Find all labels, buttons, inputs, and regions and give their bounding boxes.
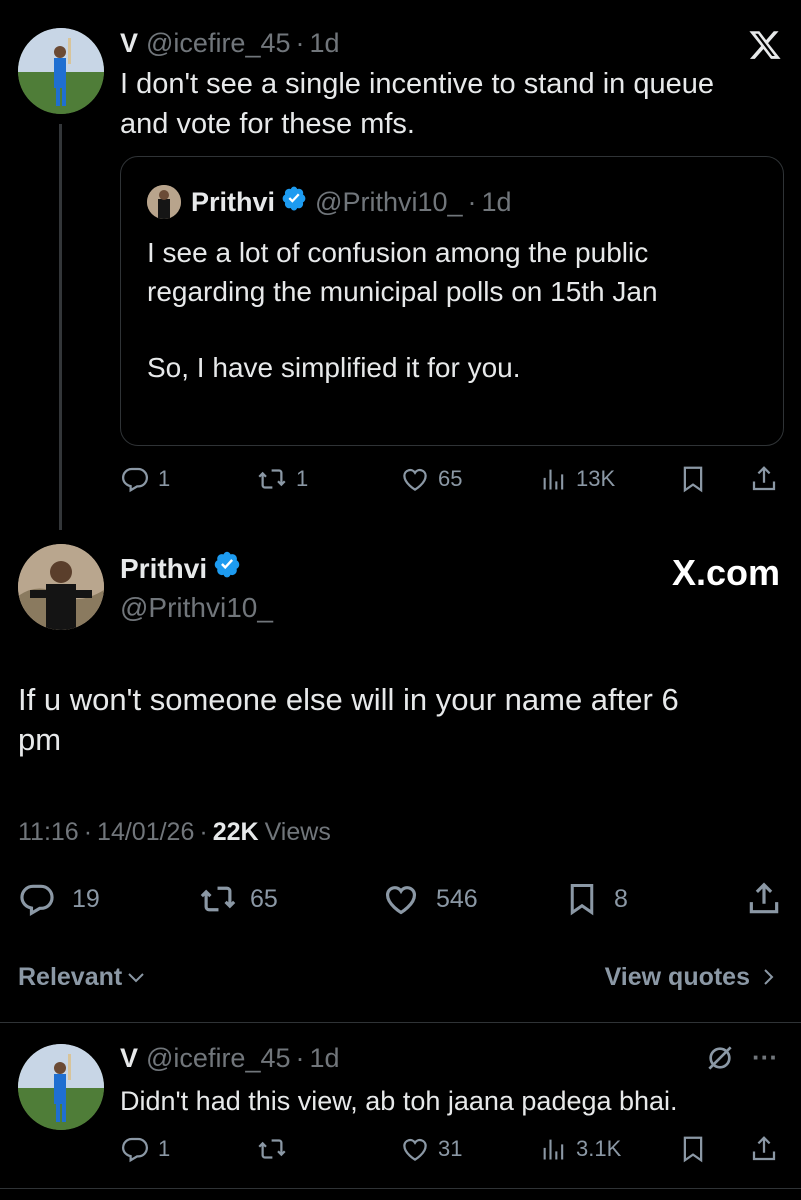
heart-icon — [385, 886, 417, 915]
like-button[interactable]: 65 — [400, 464, 462, 494]
post-text: I don't see a single incentive to stand … — [120, 68, 715, 140]
view-quotes-link[interactable]: View quotes — [560, 960, 780, 994]
analytics-icon — [543, 469, 564, 490]
views-button[interactable]: 13K — [540, 464, 615, 494]
bookmark-icon[interactable] — [678, 1134, 708, 1169]
thread-line — [59, 124, 62, 530]
quote-text: I see a lot of confusion among the publi… — [147, 237, 658, 383]
x-com-watermark: X.com — [671, 552, 780, 593]
avatar[interactable] — [18, 544, 104, 630]
repost-button[interactable]: 65 — [198, 880, 278, 918]
post-text: If u won't someone else will in your nam… — [18, 682, 679, 757]
reply-header: V @icefire_45 · 1d — [120, 1041, 340, 1075]
grok-icon[interactable] — [704, 1042, 736, 1079]
post-meta: 11:16 · 14/01/26 · 22K Views — [18, 815, 331, 849]
x-logo-icon — [748, 28, 782, 62]
separator: · — [467, 187, 477, 217]
heart-icon — [403, 468, 427, 491]
chevron-right-icon — [764, 969, 774, 985]
like-button[interactable]: 31 — [400, 1134, 462, 1164]
quote-avatar — [147, 185, 181, 219]
avatar[interactable] — [18, 1044, 104, 1130]
display-name[interactable]: V — [120, 26, 138, 60]
verified-badge-icon — [281, 185, 307, 219]
display-name[interactable]: Prithvi — [120, 551, 207, 587]
post-date: 14/01/26 — [97, 818, 195, 846]
divider — [0, 1022, 801, 1023]
repost-icon — [200, 886, 236, 912]
timestamp[interactable]: 1d — [310, 1041, 340, 1075]
avatar[interactable] — [18, 28, 104, 114]
reply-button[interactable]: 1 — [120, 464, 170, 494]
display-name[interactable]: V — [120, 1041, 138, 1075]
handle[interactable]: @icefire_45 — [146, 26, 290, 60]
analytics-icon — [543, 1139, 564, 1160]
separator: · — [295, 1043, 305, 1073]
post-time: 11:16 — [18, 818, 79, 846]
main-author: Prithvi — [120, 550, 241, 587]
share-icon[interactable] — [749, 464, 779, 499]
bookmark-icon[interactable] — [678, 464, 708, 499]
reply-icon — [121, 467, 149, 493]
repost-button[interactable]: 1 — [256, 464, 308, 494]
quote-header: Prithvi @Prithvi10_ · 1d — [191, 185, 512, 219]
views-count[interactable]: 22K — [213, 815, 259, 849]
views-label: Views — [264, 818, 331, 846]
bookmark-button[interactable]: 8 — [564, 880, 628, 918]
separator: · — [295, 28, 305, 58]
sort-dropdown[interactable]: Relevant — [18, 960, 148, 994]
reply-text: Didn't had this view, ab toh jaana padeg… — [120, 1086, 678, 1116]
post-header: V @icefire_45 · 1d — [120, 26, 340, 60]
views-button[interactable]: 3.1K — [540, 1134, 621, 1164]
chevron-down-icon — [128, 973, 144, 983]
repost-icon — [258, 469, 286, 489]
quote-display-name: Prithvi — [191, 187, 276, 217]
quote-card[interactable]: Prithvi @Prithvi10_ · 1d I see a lot of … — [120, 156, 784, 446]
quote-timestamp: 1d — [481, 187, 512, 217]
quote-handle: @Prithvi10_ — [315, 187, 463, 217]
reply-icon — [20, 884, 54, 917]
reply-button[interactable]: 1 — [120, 1134, 170, 1164]
heart-icon — [403, 1138, 427, 1161]
reply-icon — [121, 1137, 149, 1163]
timestamp[interactable]: 1d — [310, 26, 340, 60]
handle[interactable]: @icefire_45 — [146, 1041, 290, 1075]
verified-badge-icon — [213, 550, 241, 587]
more-options-icon[interactable]: ··· — [752, 1040, 778, 1074]
share-icon[interactable] — [749, 1134, 779, 1169]
share-icon[interactable] — [745, 880, 783, 923]
reply-button[interactable]: 19 — [18, 880, 100, 918]
repost-icon — [258, 1139, 286, 1159]
bookmark-icon — [570, 884, 594, 916]
repost-button[interactable] — [256, 1134, 288, 1164]
like-button[interactable]: 546 — [382, 880, 478, 918]
divider — [0, 1188, 801, 1189]
handle[interactable]: @Prithvi10_ — [120, 590, 273, 626]
